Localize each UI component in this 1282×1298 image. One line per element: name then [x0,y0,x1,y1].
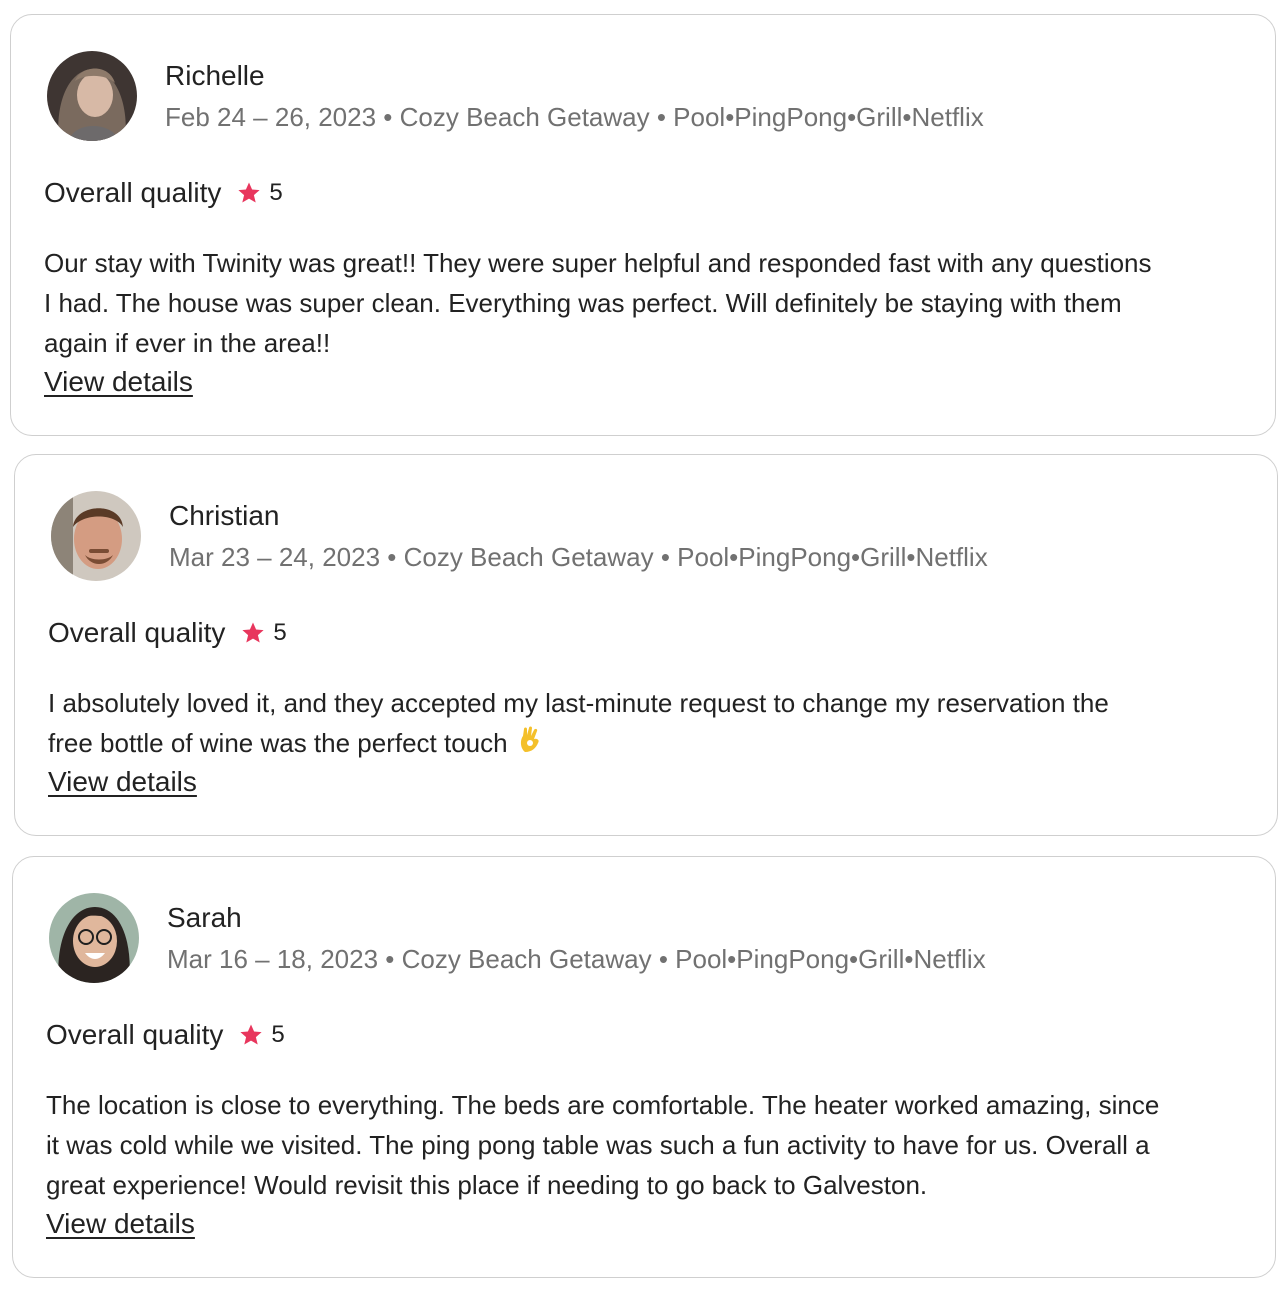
reviewer-name: Sarah [167,902,242,933]
review-card: Richelle Feb 24 – 26, 2023 • Cozy Beach … [10,14,1276,436]
review-text-line: I had. The house was super clean. Everyt… [44,288,1122,318]
review-card: Christian Mar 23 – 24, 2023 • Cozy Beach… [14,454,1278,836]
rating-label: Overall quality [48,617,226,648]
review-text: The location is close to everything. The… [46,1085,1251,1205]
review-text: Our stay with Twinity was great!! They w… [44,243,1249,363]
review-text-line: Our stay with Twinity was great!! They w… [44,248,1152,278]
view-details-link[interactable]: View details [44,365,193,399]
rating-label: Overall quality [44,177,222,208]
rating-value: 5 [269,179,283,206]
reviewer-name: Christian [169,500,280,531]
ok-hand-emoji [518,725,542,765]
review-text-line: I absolutely loved it, and they accepted… [48,688,1109,718]
view-details-link[interactable]: View details [48,765,197,799]
avatar-photo-icon [49,893,139,983]
view-details-link[interactable]: View details [46,1207,195,1241]
rating-row: Overall quality 5 [48,615,287,651]
review-text-line: great experience! Would revisit this pla… [46,1170,928,1200]
reviewer-avatar[interactable] [51,491,141,581]
stay-details: Mar 23 – 24, 2023 • Cozy Beach Getaway •… [169,542,988,572]
review-text-line: it was cold while we visited. The ping p… [46,1130,1150,1160]
review-card: Sarah Mar 16 – 18, 2023 • Cozy Beach Get… [12,856,1276,1278]
rating-label: Overall quality [46,1019,224,1050]
review-text-line-content: free bottle of wine was the perfect touc… [48,728,508,758]
review-text-line: free bottle of wine was the perfect touc… [48,723,1253,765]
avatar-photo-icon [47,51,137,141]
rating-row: Overall quality 5 [46,1017,285,1053]
stay-details: Mar 16 – 18, 2023 • Cozy Beach Getaway •… [167,944,986,974]
review-text-line: The location is close to everything. The… [46,1090,1160,1120]
review-text: I absolutely loved it, and they accepted… [48,683,1253,765]
avatar-photo-icon [51,491,141,581]
star-icon [237,181,261,205]
rating-value: 5 [271,1021,285,1048]
rating-row: Overall quality 5 [44,175,283,211]
reviewer-name: Richelle [165,60,265,91]
review-text-line: again if ever in the area!! [44,328,331,358]
star-icon [241,621,265,645]
rating-value: 5 [273,619,287,646]
star-icon [239,1023,263,1047]
stay-details: Feb 24 – 26, 2023 • Cozy Beach Getaway •… [165,102,984,132]
reviewer-avatar[interactable] [47,51,137,141]
reviewer-avatar[interactable] [49,893,139,983]
